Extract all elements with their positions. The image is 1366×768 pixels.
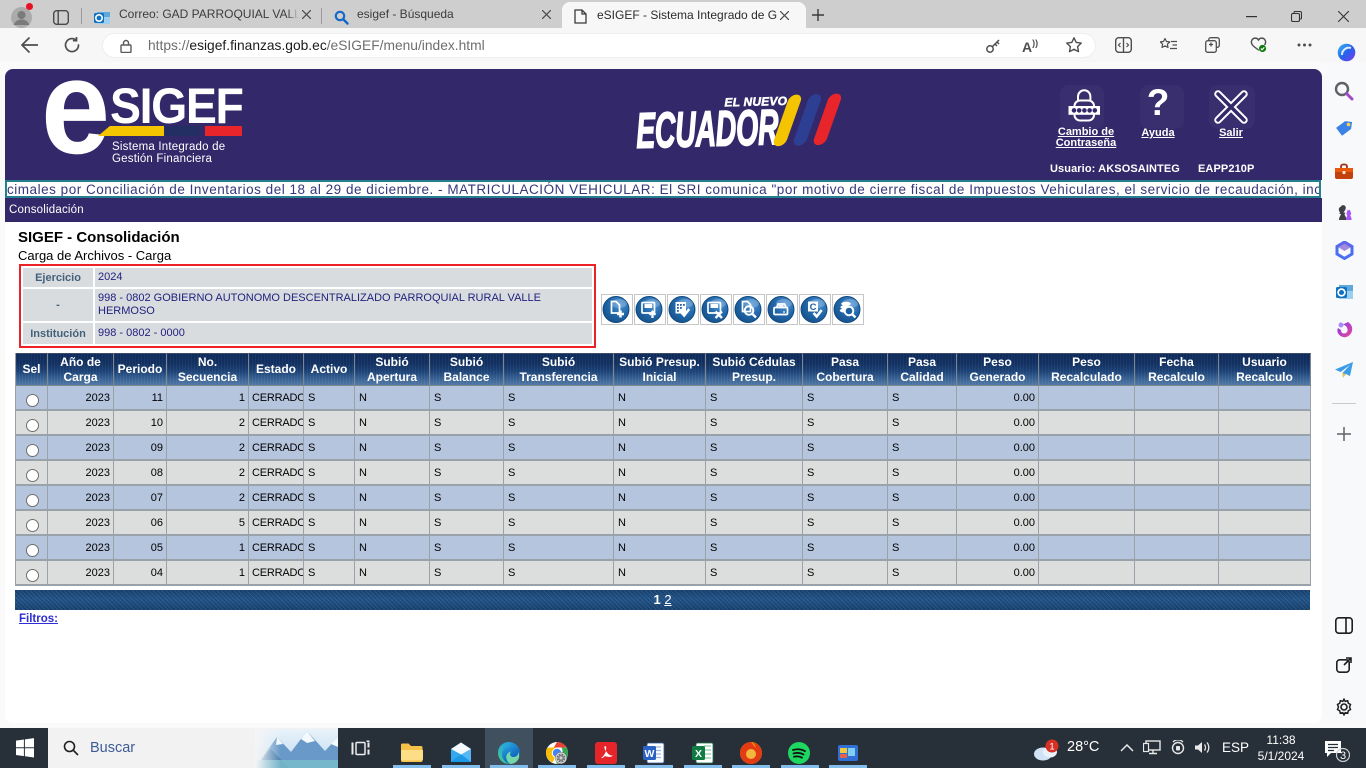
svg-text:W: W <box>645 748 655 760</box>
svg-text:C: C <box>810 301 817 312</box>
svg-text:X: X <box>695 748 702 760</box>
svg-text:1: 1 <box>1049 742 1054 753</box>
svg-text:3: 3 <box>1340 750 1346 762</box>
